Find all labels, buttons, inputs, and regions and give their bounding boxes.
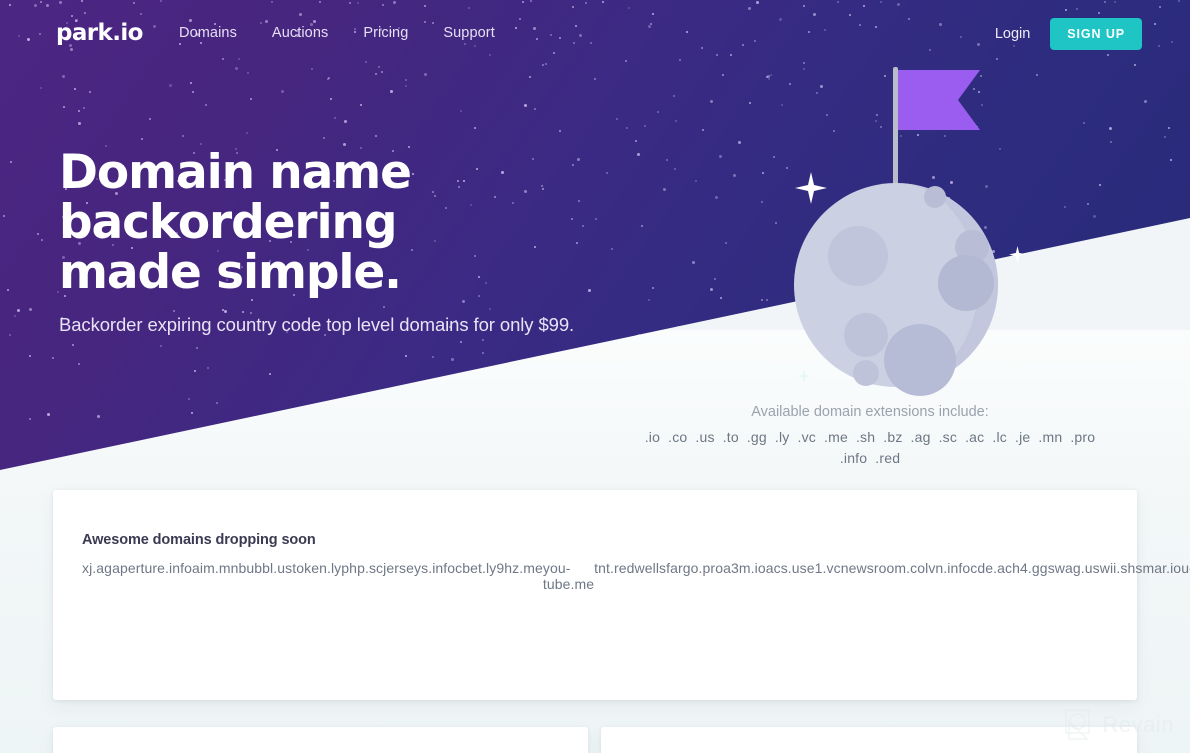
nav-item-pricing[interactable]: Pricing xyxy=(363,25,408,41)
top-navigation-bar: park.io Domains Auctions Pricing Support… xyxy=(0,0,1190,66)
revain-logo-icon xyxy=(1064,709,1090,740)
dropping-soon-card: Awesome domains dropping soon xj.ag apert… xyxy=(53,490,1190,700)
available-extensions-block: Available domain extensions include: .io… xyxy=(590,404,1150,469)
hero-text-block: Domain name backordering made simple. Ba… xyxy=(59,148,699,336)
hero-subheading: Backorder expiring country code top leve… xyxy=(59,314,575,335)
extension-item: .to xyxy=(722,429,739,445)
extension-item: .sc xyxy=(938,429,958,445)
moon-illustration xyxy=(780,55,1050,400)
extension-item: .us xyxy=(695,429,715,445)
extension-item: .gg xyxy=(746,429,767,445)
domain-link[interactable]: swag.us xyxy=(1048,560,1100,586)
domain-link[interactable]: a3m.io xyxy=(723,560,766,586)
nav-links: Domains Auctions Pricing Support xyxy=(179,25,495,41)
page-root: park.io Domains Auctions Pricing Support… xyxy=(0,0,1190,753)
domain-link[interactable]: cde.ac xyxy=(970,560,1012,586)
hero-heading: Domain name backordering made simple. xyxy=(59,148,699,298)
sparkle-star-icon xyxy=(795,172,827,204)
domain-link[interactable]: 9hz.me xyxy=(496,560,543,586)
domain-link[interactable]: jerseys.info xyxy=(383,560,455,586)
extension-item: .je xyxy=(1014,429,1031,445)
domain-link[interactable]: token.ly xyxy=(292,560,341,586)
domain-link[interactable]: xj.ag xyxy=(82,560,112,586)
extension-item: .bz xyxy=(883,429,903,445)
hero-heading-line1: Domain name backordering xyxy=(59,145,412,250)
extension-item: .ag xyxy=(910,429,931,445)
extension-item: .me xyxy=(824,429,848,445)
domain-link[interactable]: lvn.info xyxy=(925,560,970,586)
extension-item: .red xyxy=(875,450,901,466)
nav-item-domains[interactable]: Domains xyxy=(179,25,237,41)
sign-up-button[interactable]: SIGN UP xyxy=(1050,18,1142,50)
extension-item: .info xyxy=(839,450,868,466)
nav-actions: Login SIGN UP xyxy=(995,18,1142,50)
domain-list-grid: xj.ag aperture.info aim.mn bubbl.us token.ly… xyxy=(82,560,1190,592)
domain-link[interactable]: uci.je xyxy=(1181,560,1190,586)
dropping-soon-title: Awesome domains dropping soon xyxy=(82,532,316,548)
extension-item: .ac xyxy=(965,429,985,445)
extension-item: .lc xyxy=(992,429,1007,445)
bottom-right-card xyxy=(601,727,1137,753)
domain-link[interactable]: e1.vc xyxy=(807,560,841,586)
bottom-left-card xyxy=(53,727,588,753)
nav-item-support[interactable]: Support xyxy=(443,25,495,41)
hero-heading-line2: made simple. xyxy=(59,245,402,300)
domain-link[interactable]: h4.gg xyxy=(1012,560,1048,586)
domain-link[interactable]: newsroom.co xyxy=(841,560,925,586)
extension-item: .sh xyxy=(855,429,876,445)
extension-item: .ly xyxy=(774,429,790,445)
domain-link[interactable]: you-tube.me xyxy=(543,560,594,592)
sparkle-star-icon xyxy=(797,369,811,383)
watermark-text: Revain xyxy=(1102,712,1174,737)
sparkle-star-icon xyxy=(1009,246,1026,263)
domain-link[interactable]: bubbl.us xyxy=(239,560,293,586)
domain-link[interactable]: php.sc xyxy=(341,560,383,586)
extension-item: .pro xyxy=(1070,429,1096,445)
extension-item: .co xyxy=(668,429,688,445)
domain-link[interactable]: wellsfargo.pro xyxy=(635,560,724,586)
extension-item: .io xyxy=(644,429,661,445)
extensions-title: Available domain extensions include: xyxy=(751,404,989,420)
extensions-list: .io .co .us .to .gg .ly .vc .me .sh .bz .ag .sc .ac.… xyxy=(590,427,1150,469)
domain-link[interactable]: aim.mn xyxy=(192,560,239,586)
login-link[interactable]: Login xyxy=(995,26,1030,42)
domain-link[interactable]: acs.us xyxy=(766,560,807,586)
nav-item-auctions[interactable]: Auctions xyxy=(272,25,328,41)
domain-link[interactable]: cbet.ly xyxy=(455,560,496,586)
domain-link[interactable]: tnt.red xyxy=(594,560,634,586)
extension-item: .vc xyxy=(797,429,817,445)
revain-watermark: Revain xyxy=(1064,709,1174,741)
extension-item: .mn xyxy=(1038,429,1063,445)
domain-link[interactable]: smar.io xyxy=(1135,560,1181,586)
domain-link[interactable]: aperture.info xyxy=(112,560,192,586)
domain-link[interactable]: wii.sh xyxy=(1100,560,1136,586)
site-logo[interactable]: park.io xyxy=(56,20,143,46)
